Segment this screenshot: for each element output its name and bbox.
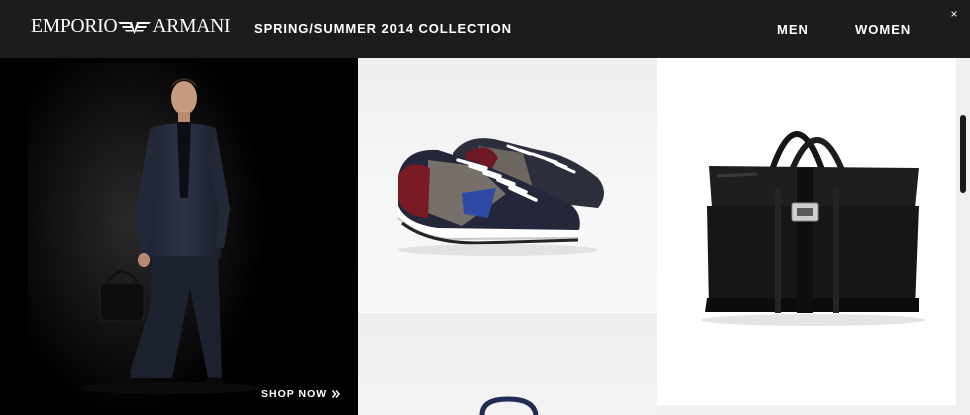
product-tile-sneaker[interactable] [358, 58, 657, 313]
logo-text-right: ARMANI [152, 16, 231, 37]
product-tile-partial[interactable] [358, 313, 657, 415]
eagle-logo-icon [118, 22, 152, 34]
leather-bag-image [701, 131, 925, 326]
shop-now-label: SHOP NOW [261, 388, 328, 400]
product-image [479, 396, 539, 415]
shop-now-link[interactable]: SHOP NOW [261, 388, 341, 400]
brand-logo[interactable]: EMPORIO ARMANI [31, 15, 230, 39]
product-tile-partial-right[interactable] [657, 405, 956, 415]
model-photo [0, 58, 358, 415]
scrollbar-thumb[interactable] [960, 115, 966, 193]
logo-text-left: EMPORIO [31, 16, 118, 37]
collection-link[interactable]: SPRING/SUMMER 2014 COLLECTION [254, 21, 512, 36]
scrollbar-track[interactable] [956, 58, 970, 415]
hero-banner[interactable] [0, 58, 358, 415]
top-header: EMPORIO ARMANI SPRING/SUMMER 2014 COLLEC… [0, 0, 970, 58]
sneaker-image [396, 138, 604, 256]
nav-men[interactable]: MEN [777, 22, 809, 37]
product-tile-bag[interactable] [657, 58, 956, 405]
close-icon[interactable]: × [948, 8, 960, 20]
nav-women[interactable]: WOMEN [855, 22, 911, 37]
double-chevron-right-icon [332, 390, 341, 398]
